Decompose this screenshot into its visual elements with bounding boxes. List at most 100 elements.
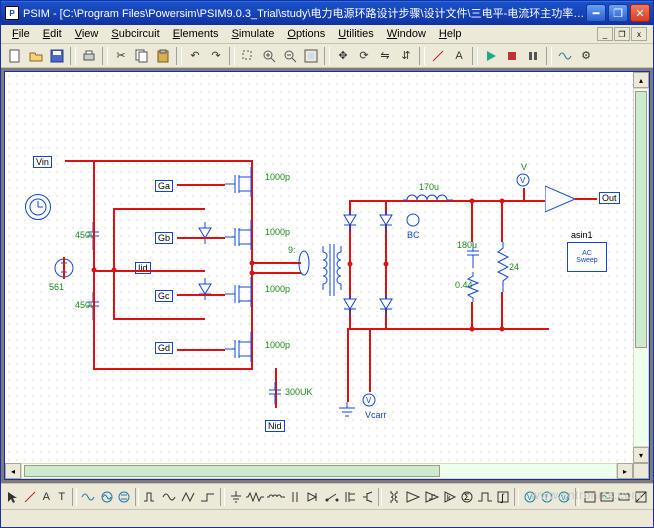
tb-zoom-out[interactable] — [280, 46, 300, 66]
pal-step[interactable] — [199, 487, 217, 507]
port-gc[interactable]: Gc — [155, 290, 173, 302]
v-probe-out[interactable]: V — [515, 172, 531, 188]
tb-options[interactable]: ⚙ — [576, 46, 596, 66]
tb-cut[interactable]: ✂ — [111, 46, 131, 66]
close-button[interactable]: ✕ — [630, 4, 650, 22]
port-nid[interactable]: Nid — [265, 420, 285, 432]
mdi-restore-button[interactable]: ❐ — [614, 27, 630, 41]
menu-elements[interactable]: Elements — [168, 27, 224, 41]
tb-zoom-box[interactable] — [238, 46, 258, 66]
minimize-button[interactable]: ━ — [586, 4, 606, 22]
menu-options[interactable]: Options — [282, 27, 330, 41]
port-vin[interactable]: Vin — [33, 156, 52, 168]
ac-sweep-block[interactable]: AC Sweep — [567, 242, 607, 272]
pal-opamp[interactable] — [404, 487, 422, 507]
current-sensor[interactable] — [297, 248, 311, 278]
pal-mosfet[interactable] — [342, 487, 358, 507]
pal-resistor[interactable] — [245, 487, 265, 507]
pal-gain[interactable]: k — [442, 487, 458, 507]
menu-utilities[interactable]: Utilities — [333, 27, 378, 41]
comparator-out[interactable] — [545, 184, 579, 214]
pal-breaker[interactable] — [616, 487, 632, 507]
pal-relay[interactable] — [633, 487, 649, 507]
mdi-minimize-button[interactable]: _ — [597, 27, 613, 41]
tb-wire[interactable] — [428, 46, 448, 66]
ground-symbol[interactable] — [337, 402, 357, 418]
port-out[interactable]: Out — [599, 192, 620, 204]
pal-ac-sweep[interactable] — [80, 487, 98, 507]
pal-igbt[interactable] — [359, 487, 375, 507]
menu-subcircuit[interactable]: Subcircuit — [106, 27, 164, 41]
pal-text[interactable]: T — [55, 487, 70, 507]
mdi-close-button[interactable]: x — [631, 27, 647, 41]
tb-print[interactable] — [79, 46, 99, 66]
scroll-right-button[interactable]: ▸ — [617, 463, 633, 479]
probe-bc[interactable] — [405, 212, 421, 228]
tb-rotate[interactable]: ⟳ — [354, 46, 374, 66]
tb-zoom-fit[interactable] — [301, 46, 321, 66]
pal-sum[interactable]: Σ — [459, 487, 475, 507]
pal-switch[interactable] — [323, 487, 341, 507]
sim-control-icon[interactable] — [25, 194, 51, 220]
pal-wire[interactable] — [22, 487, 38, 507]
tb-zoom-in[interactable] — [259, 46, 279, 66]
rect-d4[interactable] — [378, 294, 394, 316]
rect-d2[interactable] — [378, 210, 394, 232]
menu-help[interactable]: Help — [434, 27, 467, 41]
v-probe-carr[interactable]: V — [361, 392, 377, 408]
tb-redo[interactable]: ↷ — [206, 46, 226, 66]
menu-window[interactable]: Window — [382, 27, 431, 41]
pal-limiter[interactable] — [476, 487, 494, 507]
tb-label[interactable]: A — [449, 46, 469, 66]
tb-flip-v[interactable]: ⇵ — [396, 46, 416, 66]
mosfet-qb[interactable] — [225, 220, 255, 250]
pal-transformer[interactable] — [385, 487, 403, 507]
pal-capacitor[interactable] — [287, 487, 303, 507]
tb-pan[interactable]: ✥ — [333, 46, 353, 66]
rect-d3[interactable] — [342, 294, 358, 316]
scroll-down-button[interactable]: ▾ — [633, 447, 649, 463]
menu-file[interactable]: File — [7, 27, 35, 41]
pal-label[interactable]: A — [39, 487, 54, 507]
pal-tri[interactable] — [180, 487, 198, 507]
schematic-canvas[interactable]: Vin 561 450u 450u — [5, 72, 633, 463]
clamp-diode-top[interactable] — [197, 222, 213, 244]
scroll-left-button[interactable]: ◂ — [5, 463, 21, 479]
pal-vp-probe[interactable]: V± — [556, 487, 572, 507]
maximize-button[interactable]: ❐ — [608, 4, 628, 22]
tb-copy[interactable] — [132, 46, 152, 66]
pal-integrator[interactable]: ∫ — [495, 487, 511, 507]
tb-run-sim[interactable] — [481, 46, 501, 66]
port-iid[interactable]: Iid — [135, 262, 151, 274]
output-inductor[interactable] — [403, 192, 453, 208]
pal-scope[interactable] — [599, 487, 615, 507]
rect-d1[interactable] — [342, 210, 358, 232]
h-scrollbar[interactable]: ◂ ▸ — [5, 463, 633, 479]
port-gd[interactable]: Gd — [155, 342, 173, 354]
tb-open[interactable] — [26, 46, 46, 66]
pal-subcircuit[interactable] — [582, 487, 598, 507]
pal-inductor[interactable] — [266, 487, 286, 507]
port-ga[interactable]: Ga — [155, 180, 173, 192]
tb-flip-h[interactable]: ⇋ — [375, 46, 395, 66]
pal-v-probe[interactable]: V — [522, 487, 538, 507]
scroll-up-button[interactable]: ▴ — [633, 72, 649, 88]
snubber-cap[interactable] — [267, 382, 283, 404]
menu-view[interactable]: View — [70, 27, 104, 41]
mosfet-qc[interactable] — [225, 277, 255, 307]
tb-pause-sim[interactable] — [523, 46, 543, 66]
tb-new[interactable] — [5, 46, 25, 66]
mosfet-qa[interactable] — [225, 167, 255, 197]
tb-paste[interactable] — [153, 46, 173, 66]
menu-edit[interactable]: Edit — [38, 27, 67, 41]
pal-diode[interactable] — [304, 487, 322, 507]
pal-ac-source[interactable] — [99, 487, 115, 507]
tb-undo[interactable]: ↶ — [185, 46, 205, 66]
pal-sine[interactable] — [161, 487, 179, 507]
pal-dc-source[interactable] — [116, 487, 132, 507]
clamp-diode-bot[interactable] — [197, 278, 213, 300]
menu-simulate[interactable]: Simulate — [227, 27, 280, 41]
tb-save[interactable] — [47, 46, 67, 66]
v-scrollbar[interactable]: ▴ ▾ — [633, 72, 649, 479]
mosfet-qd[interactable] — [225, 332, 255, 362]
